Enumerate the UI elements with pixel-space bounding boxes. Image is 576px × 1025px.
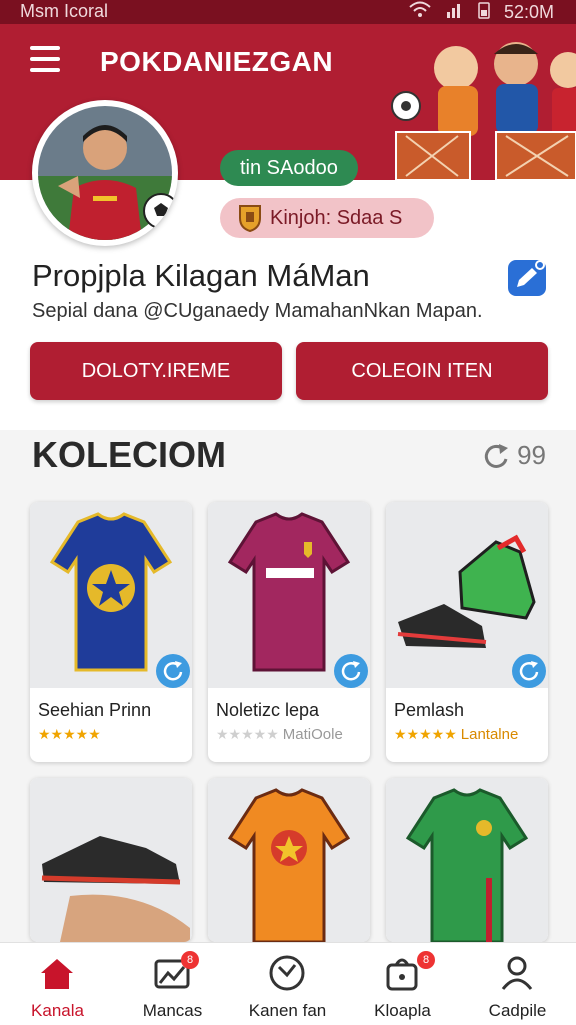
collection-item[interactable] — [30, 778, 192, 942]
fans-illustration — [391, 42, 576, 180]
nav-item-profile[interactable]: Cadpile — [460, 943, 575, 1025]
item-image — [386, 778, 548, 942]
nav-item-stats[interactable]: 8 Mancas — [115, 943, 230, 1025]
collection-item[interactable] — [386, 778, 548, 942]
item-image — [208, 502, 370, 688]
profile-name: Propjpla Kilagan MáMan — [32, 258, 370, 293]
carrier-label: Msm Icoral — [20, 1, 109, 21]
refresh-icon[interactable] — [334, 654, 368, 688]
league-label: Kinjoh: Sdaa S — [270, 207, 403, 229]
collection-title: KOLECIOM — [32, 434, 226, 475]
bottom-nav: Kanala 8 Mancas Kanen fan 8 Kloapla Cadp… — [0, 942, 576, 1025]
app-title: POKDANIEZGAN — [100, 46, 334, 77]
nav-item-home[interactable]: Kanala — [0, 943, 115, 1025]
star-rating: ★★★★★ MatiOole — [216, 726, 343, 743]
nav-label: Mancas — [142, 1001, 203, 1020]
nav-item-fans[interactable]: Kanen fan — [230, 943, 345, 1025]
item-title: Pemlash — [394, 700, 465, 720]
profile-icon — [501, 956, 533, 990]
profile-bio: Sepial dana @CUganaedy MamahanNkan Mapan… — [32, 300, 483, 322]
item-image — [30, 778, 192, 942]
menu-icon[interactable] — [30, 46, 60, 72]
star-rating: ★★★★★ Lantalne — [394, 726, 519, 743]
status-bar: Msm Icoral 52:0M — [0, 0, 576, 24]
edit-profile-button[interactable] — [508, 260, 546, 296]
wifi-icon — [408, 1, 432, 24]
collection-count[interactable]: 99 — [481, 440, 546, 471]
refresh-icon[interactable] — [156, 654, 190, 688]
league-badge: Kinjoh: Sdaa S — [220, 198, 434, 238]
collection-count-value: 99 — [517, 440, 546, 470]
avatar[interactable] — [32, 100, 178, 246]
battery-icon — [478, 1, 490, 24]
notification-badge: 8 — [417, 951, 435, 969]
primary-action-button[interactable]: DOLOTY.IREME — [30, 342, 282, 400]
secondary-action-button[interactable]: COLEOIN ITEN — [296, 342, 548, 400]
ball-icon — [269, 955, 305, 991]
collection-item[interactable] — [208, 778, 370, 942]
item-image — [30, 502, 192, 688]
status-badge: tin SAodoo — [220, 150, 358, 186]
nav-label: Kloapla — [374, 1001, 431, 1020]
item-title: Seehian Prinn — [38, 700, 152, 720]
refresh-icon[interactable] — [512, 654, 546, 688]
item-title: Noletizc lepa — [216, 700, 320, 720]
home-icon — [41, 959, 73, 989]
collection-item[interactable]: Seehian Prinn ★★★★★ — [30, 502, 192, 762]
crest-icon — [239, 205, 261, 232]
item-image — [386, 502, 548, 688]
clock-time: 52:0M — [503, 2, 554, 22]
nav-item-shop[interactable]: 8 Kloapla — [345, 943, 460, 1025]
collection-item[interactable]: Pemlash ★★★★★ Lantalne — [386, 502, 548, 762]
star-rating: ★★★★★ — [38, 726, 101, 742]
nav-label: Kanala — [31, 1001, 84, 1020]
notification-badge: 8 — [181, 951, 199, 969]
collection-item[interactable]: Noletizc lepa ★★★★★ MatiOole — [208, 502, 370, 762]
item-image — [208, 778, 370, 942]
nav-label: Kanen fan — [248, 1001, 327, 1020]
refresh-icon — [484, 443, 509, 468]
ball-icon — [143, 193, 178, 229]
signal-icon — [446, 2, 464, 23]
nav-label: Cadpile — [488, 1001, 547, 1020]
bag-icon — [386, 958, 418, 991]
edit-icon — [517, 260, 545, 287]
